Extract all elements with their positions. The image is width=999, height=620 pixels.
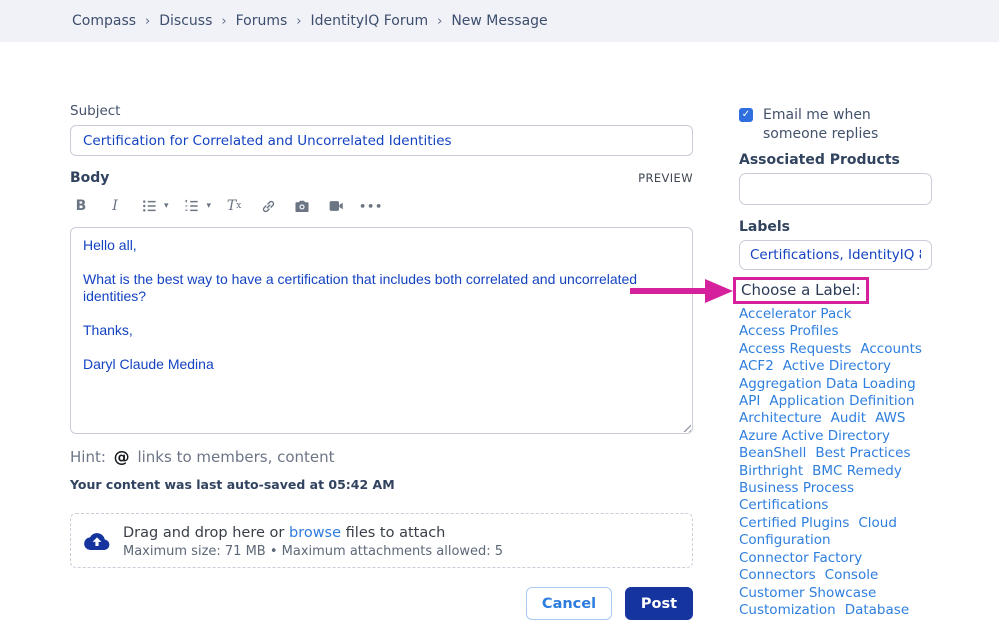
label-option[interactable]: Connector Factory [739, 550, 862, 567]
breadcrumb-item[interactable]: IdentityIQ Forum [310, 13, 428, 29]
label-option[interactable]: Active Directory [783, 358, 891, 375]
subject-input[interactable] [70, 125, 693, 156]
annotation-arrow-head-icon [705, 279, 733, 303]
body-paragraph: What is the best way to have a certifica… [83, 271, 680, 305]
label-option[interactable]: Audit [831, 410, 866, 427]
label-option[interactable]: API [739, 393, 760, 410]
cancel-button[interactable]: Cancel [526, 587, 612, 620]
breadcrumb-separator: › [437, 14, 442, 29]
bullet-list-icon[interactable] [138, 195, 160, 217]
label-option[interactable]: Aggregation Data Loading [739, 376, 916, 393]
hint-prefix: Hint: [70, 448, 106, 466]
upload-cloud-icon [84, 531, 110, 551]
choose-label-heading: Choose a Label: [733, 277, 869, 304]
breadcrumb-item[interactable]: New Message [451, 13, 547, 29]
label-option[interactable]: Application Definition [769, 393, 914, 410]
bullet-list-caret-icon[interactable]: ▾ [164, 201, 169, 211]
label-option[interactable]: Access Requests [739, 341, 851, 358]
post-button[interactable]: Post [625, 587, 693, 620]
label-option[interactable]: Certifications [739, 497, 828, 514]
resize-handle[interactable] [680, 421, 691, 432]
insert-video-icon[interactable] [325, 195, 347, 217]
email-replies-checkbox[interactable]: ✓ [739, 108, 753, 122]
label-option[interactable]: Accounts [860, 341, 922, 358]
associated-products-input[interactable] [739, 173, 932, 205]
post-options-sidebar: ✓ Email me when someone replies Associat… [739, 106, 932, 619]
attach-dropzone[interactable]: Drag and drop here or browse files to at… [70, 513, 693, 568]
associated-products-label: Associated Products [739, 152, 932, 168]
subject-label: Subject [70, 103, 693, 119]
italic-button[interactable]: I [104, 195, 126, 217]
link-icon[interactable] [257, 195, 279, 217]
labels-label: Labels [739, 219, 932, 235]
label-options-list: Accelerator PackAccess ProfilesAccess Re… [739, 306, 945, 619]
annotation-arrow-shaft [630, 288, 707, 294]
clear-formatting-icon[interactable]: Tx [223, 195, 245, 217]
new-message-form: Subject Body PREVIEW B I ▾ ▾ Tx [70, 103, 693, 620]
preview-toggle[interactable]: PREVIEW [638, 171, 693, 185]
body-label: Body [70, 170, 109, 186]
label-option[interactable]: BMC Remedy [812, 463, 902, 480]
label-option[interactable]: Console [825, 567, 879, 584]
breadcrumb-separator: › [296, 14, 301, 29]
label-option[interactable]: Best Practices [815, 445, 910, 462]
label-option[interactable]: Certified Plugins [739, 515, 849, 532]
more-tools-icon[interactable]: ••• [359, 195, 383, 217]
label-option[interactable]: Access Profiles [739, 323, 839, 340]
label-option[interactable]: Azure Active Directory [739, 428, 890, 445]
autosave-status: Your content was last auto-saved at 05:4… [70, 477, 693, 492]
attach-text-after: files to attach [346, 525, 446, 541]
attach-instructions: Drag and drop here or browse files to at… [123, 525, 445, 541]
attach-limits: Maximum size: 71 MB • Maximum attachment… [123, 544, 503, 559]
label-option[interactable]: ACF2 [739, 358, 774, 375]
label-option[interactable]: Connectors [739, 567, 816, 584]
numbered-list-caret-icon[interactable]: ▾ [207, 201, 212, 211]
browse-link[interactable]: browse [289, 525, 341, 541]
attach-text-before: Drag and drop here or [123, 525, 284, 541]
label-option[interactable]: Business Process [739, 480, 854, 497]
breadcrumb-item[interactable]: Discuss [159, 13, 212, 29]
label-option[interactable]: Cloud [858, 515, 897, 532]
breadcrumb-separator: › [145, 14, 150, 29]
breadcrumb: Compass › Discuss › Forums › IdentityIQ Forum ›… [0, 0, 999, 42]
hint-description: links to members, content [137, 448, 334, 466]
bold-button[interactable]: B [70, 195, 92, 217]
breadcrumb-separator: › [221, 14, 226, 29]
breadcrumb-item[interactable]: Forums [236, 13, 288, 29]
label-option[interactable]: AWS [875, 410, 905, 427]
checkmark-icon: ✓ [742, 110, 750, 120]
body-paragraph: Hello all, [83, 237, 680, 254]
clear-formatting-t: T [227, 198, 236, 214]
at-mention-icon: @ [111, 447, 133, 466]
numbered-list-icon[interactable] [181, 195, 203, 217]
label-option[interactable]: BeanShell [739, 445, 806, 462]
breadcrumb-item[interactable]: Compass [72, 13, 136, 29]
insert-photo-icon[interactable] [291, 195, 313, 217]
label-option[interactable]: Configuration [739, 532, 831, 549]
body-paragraph: Thanks, [83, 322, 680, 339]
body-editor[interactable]: Hello all, What is the best way to have a… [70, 227, 693, 434]
labels-input[interactable] [739, 240, 932, 270]
label-option[interactable]: Architecture [739, 410, 822, 427]
clear-formatting-x: x [236, 201, 241, 211]
label-option[interactable]: Customer Showcase [739, 585, 876, 602]
editor-toolbar: B I ▾ ▾ Tx [70, 194, 693, 218]
label-option[interactable]: Birthright [739, 463, 803, 480]
label-option[interactable]: Accelerator Pack [739, 306, 851, 323]
email-replies-label[interactable]: Email me when someone replies [763, 106, 932, 144]
body-paragraph: Daryl Claude Medina [83, 356, 680, 373]
hint-text: Hint: @ links to members, content [70, 447, 693, 466]
